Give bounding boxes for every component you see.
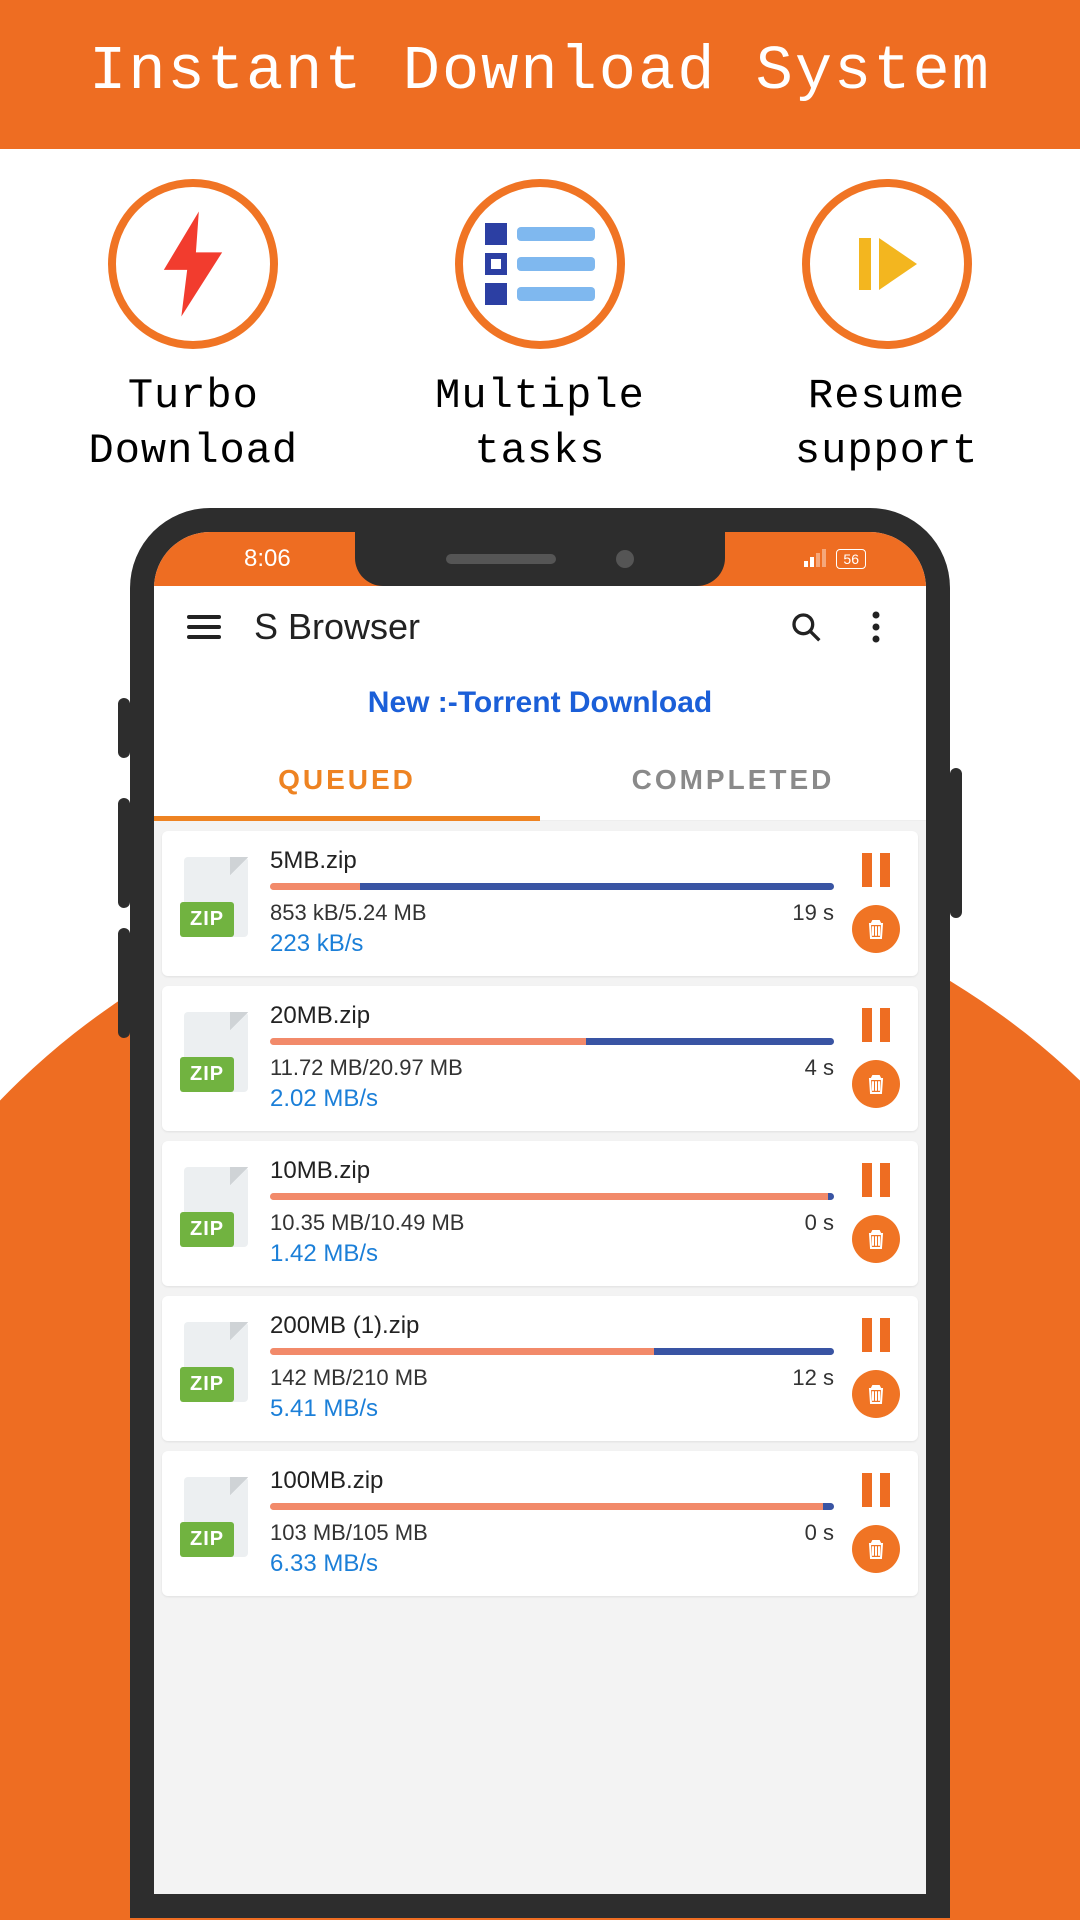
zip-badge: ZIP xyxy=(180,1057,234,1092)
size-text: 11.72 MB/20.97 MB xyxy=(270,1055,463,1081)
trash-icon xyxy=(864,1227,888,1251)
item-actions xyxy=(852,1318,900,1418)
app-bar: S Browser xyxy=(154,586,926,668)
zip-file-icon: ZIP xyxy=(180,1167,252,1259)
speed-text: 1.42 MB/s xyxy=(270,1240,834,1268)
trash-icon xyxy=(864,1382,888,1406)
download-info: 100MB.zip 103 MB/105 MB 0 s 6.33 MB/s xyxy=(270,1467,834,1578)
more-vert-icon xyxy=(872,611,880,643)
download-info: 5MB.zip 853 kB/5.24 MB 19 s 223 kB/s xyxy=(270,847,834,958)
item-actions xyxy=(852,853,900,953)
item-actions xyxy=(852,1163,900,1263)
trash-icon xyxy=(864,1072,888,1096)
feature-multiple: Multiple tasks xyxy=(390,179,690,478)
zip-file-icon: ZIP xyxy=(180,857,252,949)
download-item[interactable]: ZIP 100MB.zip 103 MB/105 MB 0 s 6.33 MB/… xyxy=(162,1451,918,1596)
menu-button[interactable] xyxy=(184,607,224,647)
delete-button[interactable] xyxy=(852,1060,900,1108)
search-icon xyxy=(790,611,822,643)
battery-icon: 56 xyxy=(836,549,866,569)
size-text: 10.35 MB/10.49 MB xyxy=(270,1210,464,1236)
file-name: 10MB.zip xyxy=(270,1157,834,1185)
pause-button[interactable] xyxy=(862,1473,890,1507)
download-item[interactable]: ZIP 200MB (1).zip 142 MB/210 MB 12 s 5.4… xyxy=(162,1296,918,1441)
item-actions xyxy=(852,1008,900,1108)
pause-button[interactable] xyxy=(862,1008,890,1042)
progress-bar xyxy=(270,1503,834,1510)
eta-text: 12 s xyxy=(792,1365,834,1391)
eta-text: 0 s xyxy=(805,1520,834,1546)
pause-button[interactable] xyxy=(862,853,890,887)
delete-button[interactable] xyxy=(852,1370,900,1418)
zip-file-icon: ZIP xyxy=(180,1322,252,1414)
features-row: Turbo Download Multiple tasks Resume sup… xyxy=(0,149,1080,478)
status-time: 8:06 xyxy=(244,545,291,573)
search-button[interactable] xyxy=(786,607,826,647)
promo-title: Instant Download System xyxy=(89,36,991,107)
signal-icon xyxy=(804,551,826,567)
promo-banner: Instant Download System xyxy=(0,0,1080,149)
more-button[interactable] xyxy=(856,607,896,647)
tab-queued[interactable]: QUEUED xyxy=(154,740,540,820)
delete-button[interactable] xyxy=(852,1215,900,1263)
speed-text: 2.02 MB/s xyxy=(270,1085,834,1113)
trash-icon xyxy=(864,1537,888,1561)
tab-completed[interactable]: COMPLETED xyxy=(540,740,926,820)
hamburger-icon xyxy=(187,615,221,639)
file-name: 100MB.zip xyxy=(270,1467,834,1495)
download-info: 20MB.zip 11.72 MB/20.97 MB 4 s 2.02 MB/s xyxy=(270,1002,834,1113)
list-icon xyxy=(455,179,625,349)
delete-button[interactable] xyxy=(852,905,900,953)
eta-text: 4 s xyxy=(805,1055,834,1081)
phone-notch xyxy=(355,532,725,586)
phone-frame: 8:06 56 S Browser xyxy=(130,508,950,1918)
speed-text: 5.41 MB/s xyxy=(270,1395,834,1423)
zip-badge: ZIP xyxy=(180,1522,234,1557)
app-title: S Browser xyxy=(254,606,756,648)
download-item[interactable]: ZIP 10MB.zip 10.35 MB/10.49 MB 0 s 1.42 … xyxy=(162,1141,918,1286)
download-item[interactable]: ZIP 5MB.zip 853 kB/5.24 MB 19 s 223 kB/s xyxy=(162,831,918,976)
trash-icon xyxy=(864,917,888,941)
pause-button[interactable] xyxy=(862,1163,890,1197)
size-text: 142 MB/210 MB xyxy=(270,1365,428,1391)
zip-badge: ZIP xyxy=(180,1212,234,1247)
zip-badge: ZIP xyxy=(180,902,234,937)
speed-text: 223 kB/s xyxy=(270,930,834,958)
download-info: 10MB.zip 10.35 MB/10.49 MB 0 s 1.42 MB/s xyxy=(270,1157,834,1268)
delete-button[interactable] xyxy=(852,1525,900,1573)
torrent-banner[interactable]: New :-Torrent Download xyxy=(154,668,926,740)
file-name: 200MB (1).zip xyxy=(270,1312,834,1340)
eta-text: 0 s xyxy=(805,1210,834,1236)
eta-text: 19 s xyxy=(792,900,834,926)
feature-turbo: Turbo Download xyxy=(43,179,343,478)
feature-resume: Resume support xyxy=(737,179,1037,478)
item-actions xyxy=(852,1473,900,1573)
speed-text: 6.33 MB/s xyxy=(270,1550,834,1578)
progress-bar xyxy=(270,1348,834,1355)
play-icon xyxy=(802,179,972,349)
zip-file-icon: ZIP xyxy=(180,1477,252,1569)
progress-bar xyxy=(270,1038,834,1045)
download-item[interactable]: ZIP 20MB.zip 11.72 MB/20.97 MB 4 s 2.02 … xyxy=(162,986,918,1131)
file-name: 20MB.zip xyxy=(270,1002,834,1030)
download-list[interactable]: ZIP 5MB.zip 853 kB/5.24 MB 19 s 223 kB/s xyxy=(154,821,926,1894)
zip-badge: ZIP xyxy=(180,1367,234,1402)
size-text: 853 kB/5.24 MB xyxy=(270,900,427,926)
zip-file-icon: ZIP xyxy=(180,1012,252,1104)
tabs: QUEUED COMPLETED xyxy=(154,740,926,821)
pause-button[interactable] xyxy=(862,1318,890,1352)
download-info: 200MB (1).zip 142 MB/210 MB 12 s 5.41 MB… xyxy=(270,1312,834,1423)
progress-bar xyxy=(270,1193,834,1200)
size-text: 103 MB/105 MB xyxy=(270,1520,428,1546)
file-name: 5MB.zip xyxy=(270,847,834,875)
phone-screen: 8:06 56 S Browser xyxy=(154,532,926,1894)
bolt-icon xyxy=(108,179,278,349)
progress-bar xyxy=(270,883,834,890)
